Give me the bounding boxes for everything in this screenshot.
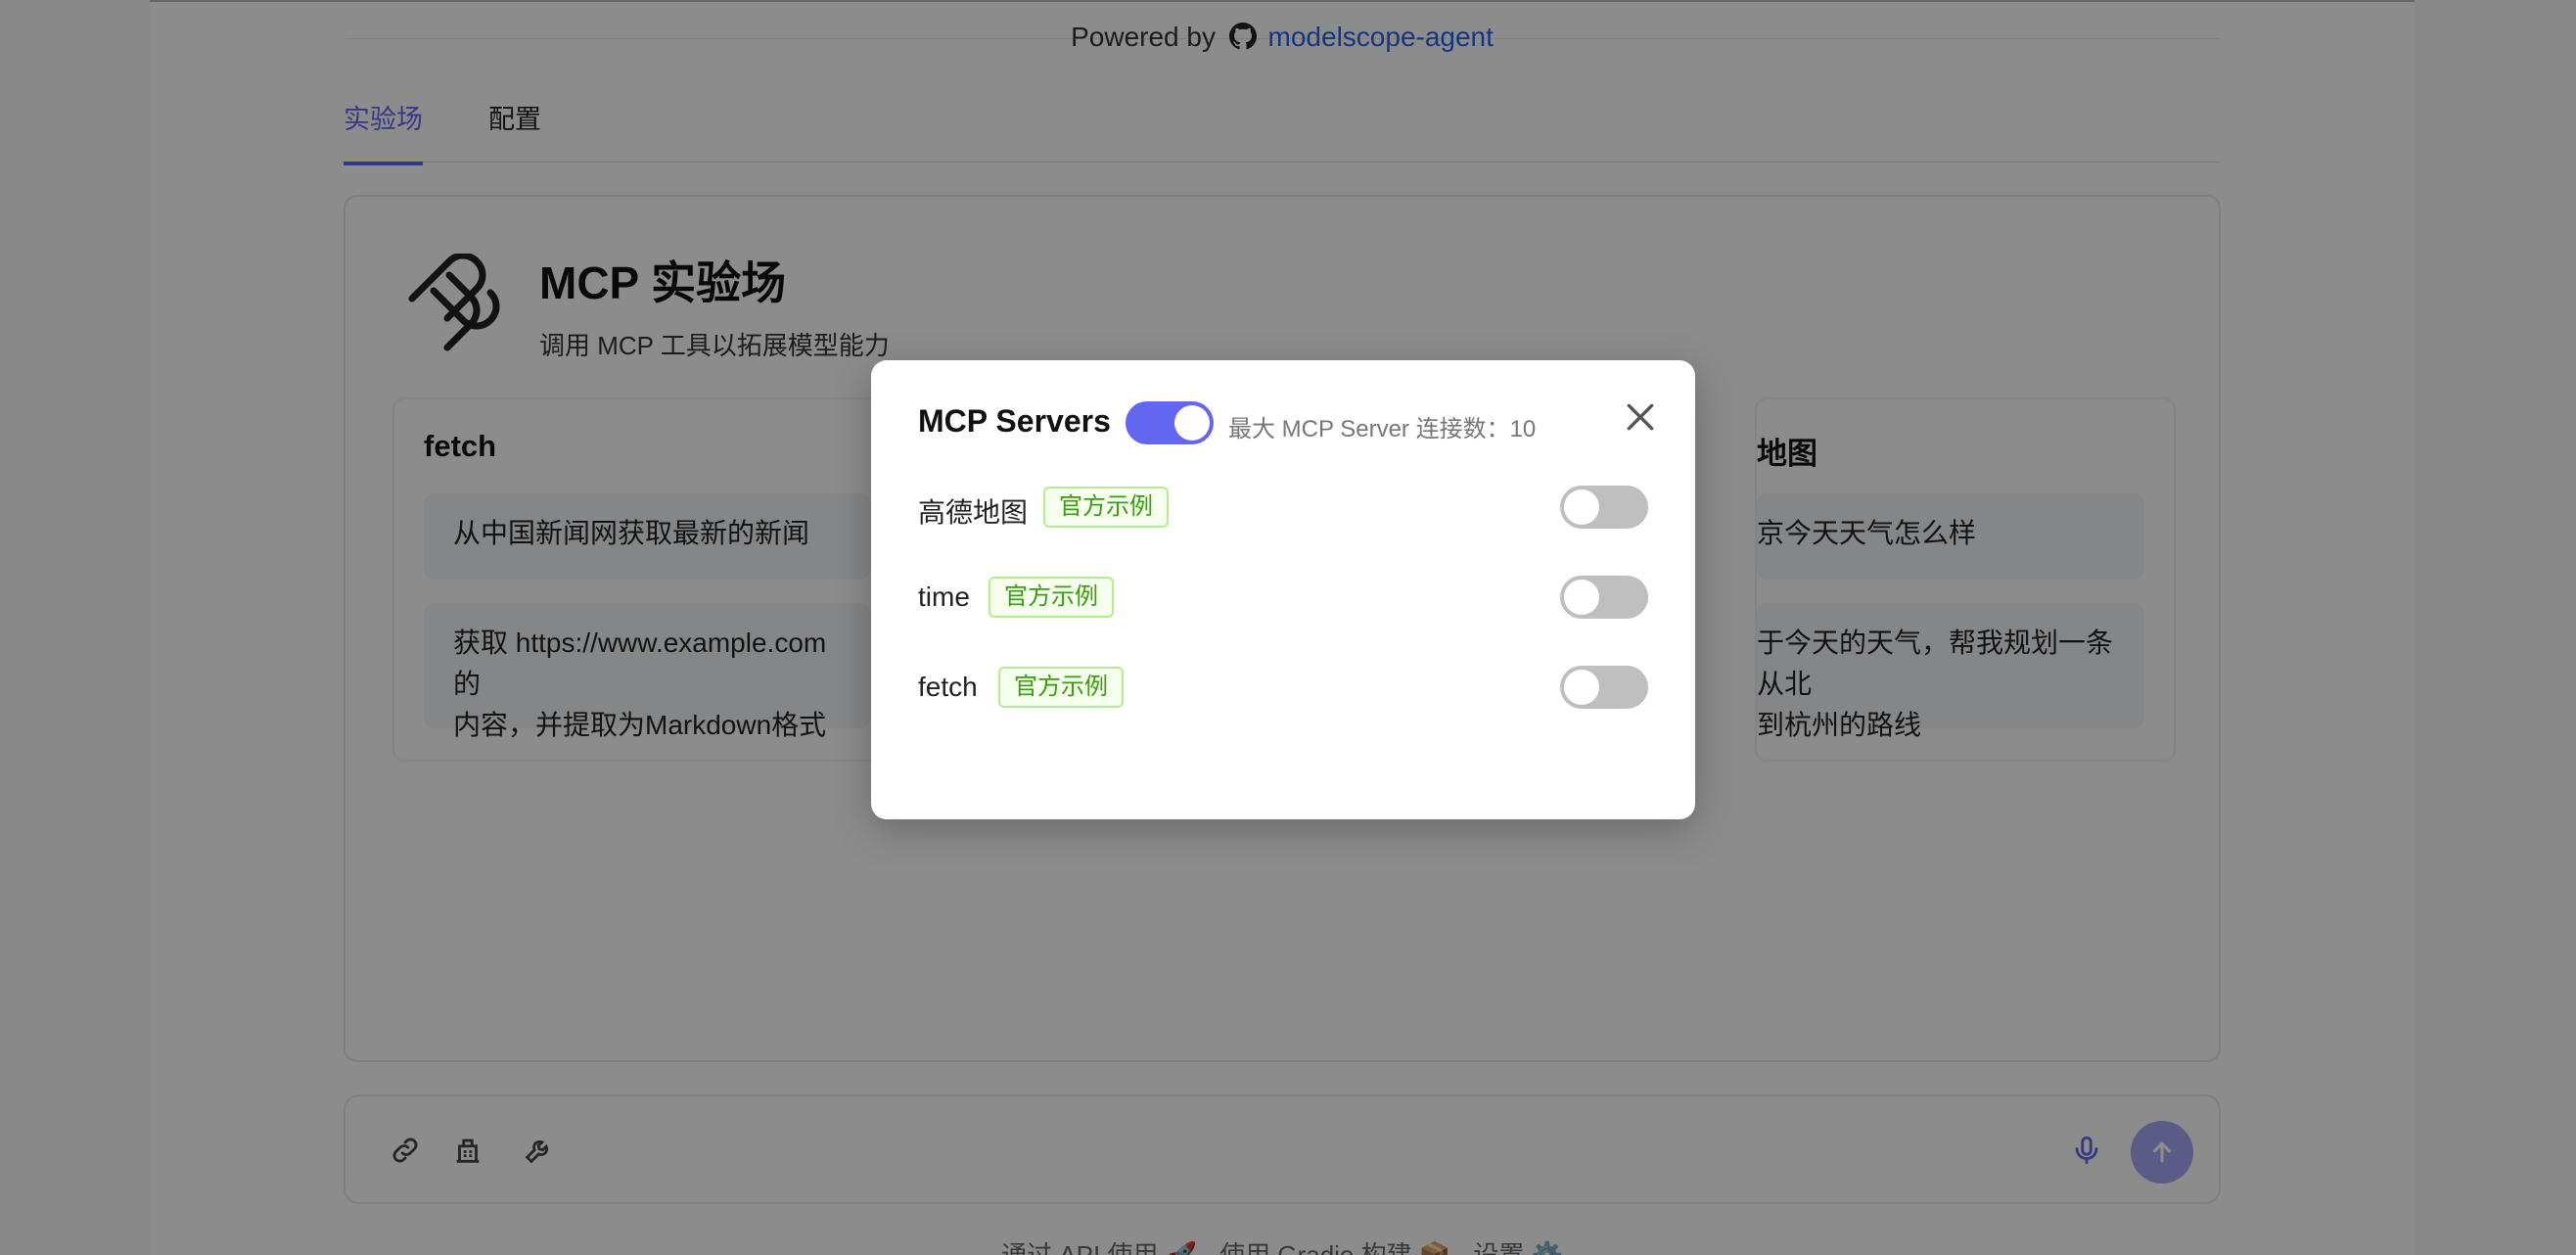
dialog-title: MCP Servers [918, 403, 1111, 439]
server-name: 高德地图 [918, 497, 1029, 528]
mcp-master-toggle[interactable] [1126, 401, 1214, 444]
official-example-tag: 官方示例 [998, 667, 1124, 708]
server-toggle-fetch[interactable] [1560, 666, 1648, 709]
official-example-tag: 官方示例 [1043, 487, 1169, 528]
toggle-knob [1564, 580, 1599, 615]
server-name: time [918, 581, 970, 612]
connection-limit-text: 最大 MCP Server 连接数：10 [1228, 416, 1537, 442]
toggle-knob [1564, 489, 1599, 525]
server-toggle-time[interactable] [1560, 576, 1648, 619]
official-example-tag: 官方示例 [989, 577, 1114, 618]
server-row-amap: 高德地图 官方示例 [918, 484, 1648, 533]
toggle-knob [1174, 405, 1210, 441]
server-row-time: time 官方示例 [918, 574, 1648, 623]
server-row-fetch: fetch 官方示例 [918, 664, 1648, 713]
mcp-servers-dialog: MCP Servers 最大 MCP Server 连接数：10 高德地图 官方… [871, 360, 1695, 819]
server-toggle-amap[interactable] [1560, 486, 1648, 529]
server-name: fetch [918, 672, 978, 702]
close-icon[interactable] [1621, 397, 1660, 437]
toggle-knob [1564, 670, 1599, 705]
